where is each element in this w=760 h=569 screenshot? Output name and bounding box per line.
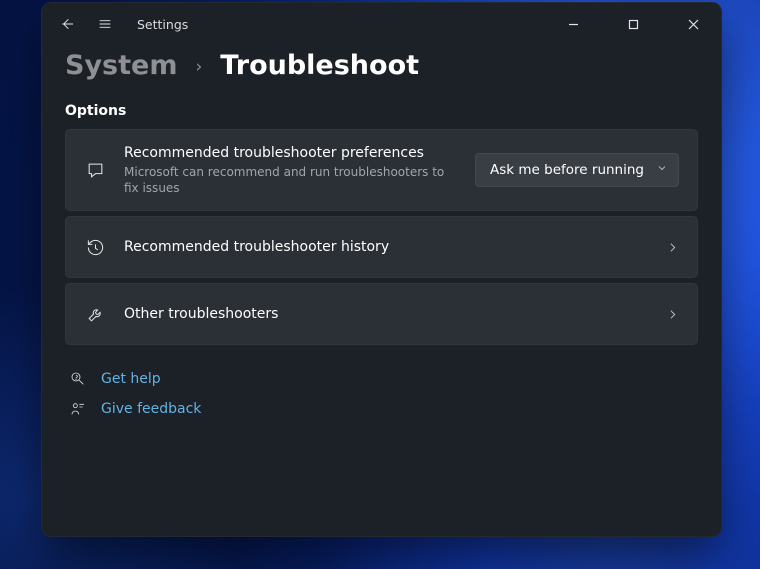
card-title: Other troubleshooters: [124, 305, 648, 324]
page-title: Troubleshoot: [220, 50, 419, 81]
window-close-button[interactable]: [670, 9, 716, 39]
help-icon: [69, 371, 87, 387]
settings-window: Settings System › Troubleshoot Options R…: [41, 2, 722, 537]
history-icon: [84, 238, 106, 257]
card-other-troubleshooters[interactable]: Other troubleshooters: [65, 283, 698, 345]
chevron-right-icon: [666, 241, 679, 254]
chevron-down-icon: [656, 162, 668, 178]
card-title: Recommended troubleshooter history: [124, 238, 648, 257]
preferences-dropdown[interactable]: Ask me before running: [475, 153, 679, 187]
titlebar: Settings: [41, 2, 722, 46]
get-help-link[interactable]: Get help: [101, 371, 161, 387]
chat-bubble-icon: [84, 161, 106, 180]
get-help-row: Get help: [69, 371, 698, 387]
chevron-right-icon: [666, 308, 679, 321]
card-subtitle: Microsoft can recommend and run troubles…: [124, 164, 457, 196]
window-maximize-button[interactable]: [610, 9, 656, 39]
breadcrumb: System › Troubleshoot: [65, 50, 698, 81]
wrench-icon: [84, 305, 106, 324]
section-header-options: Options: [65, 103, 698, 119]
breadcrumb-parent[interactable]: System: [65, 50, 177, 81]
give-feedback-link[interactable]: Give feedback: [101, 401, 201, 417]
menu-button[interactable]: [95, 14, 115, 34]
card-troubleshooter-history[interactable]: Recommended troubleshooter history: [65, 216, 698, 278]
dropdown-value: Ask me before running: [490, 162, 644, 178]
give-feedback-row: Give feedback: [69, 401, 698, 417]
window-minimize-button[interactable]: [550, 9, 596, 39]
chevron-right-icon: ›: [195, 57, 202, 77]
card-title: Recommended troubleshooter preferences: [124, 144, 457, 163]
feedback-icon: [69, 401, 87, 417]
back-button[interactable]: [57, 14, 77, 34]
card-troubleshooter-preferences: Recommended troubleshooter preferences M…: [65, 129, 698, 211]
app-title: Settings: [137, 17, 188, 32]
